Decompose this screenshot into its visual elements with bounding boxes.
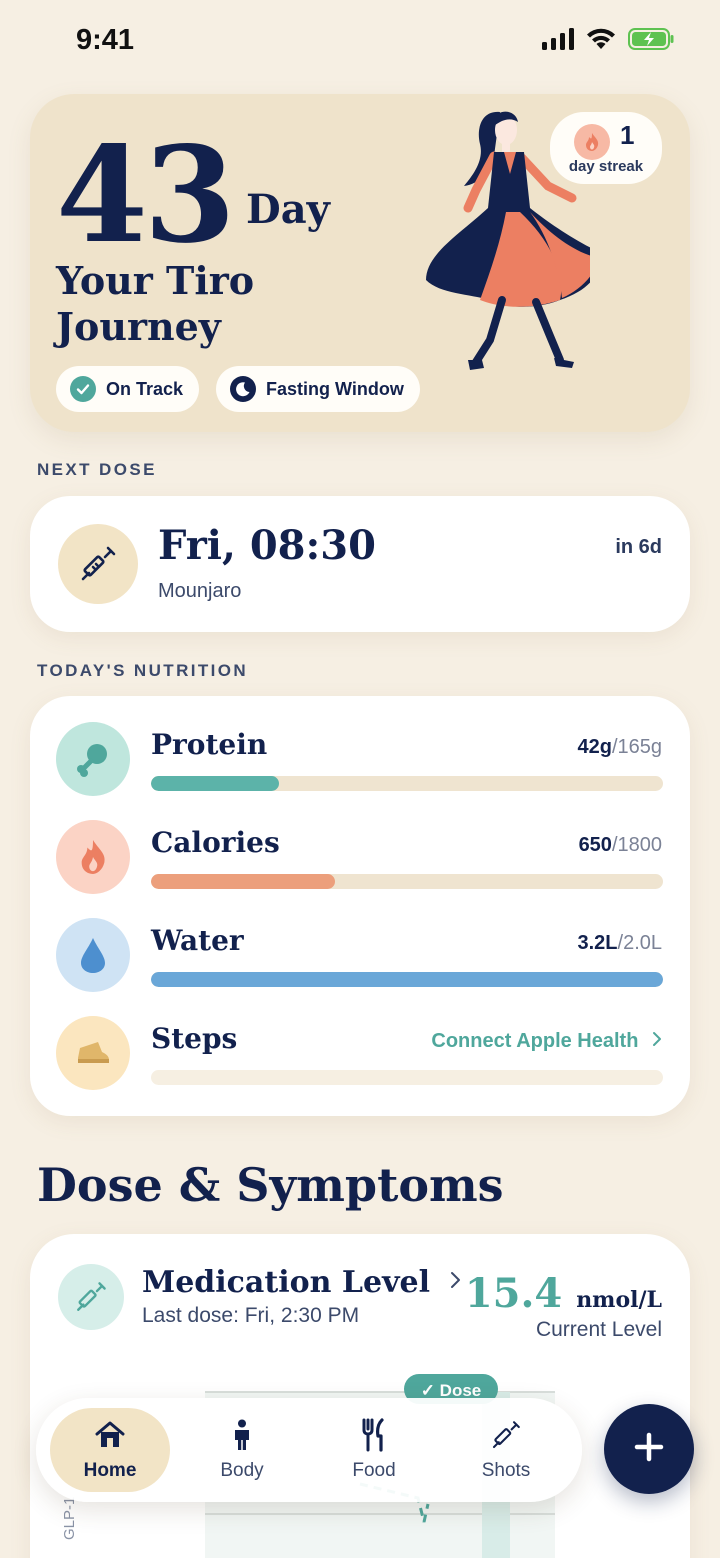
streak-label: day streak bbox=[568, 158, 644, 175]
drumstick-icon bbox=[56, 722, 130, 796]
moon-icon bbox=[230, 376, 256, 402]
house-icon bbox=[94, 1418, 126, 1452]
nutrition-name-calories: Calories bbox=[151, 826, 280, 859]
connect-apple-health-label: Connect Apple Health bbox=[431, 1030, 639, 1052]
flame-icon bbox=[574, 124, 610, 160]
medication-current-level-label: Current Level bbox=[535, 1318, 662, 1341]
journey-hero-card[interactable]: 43 Day Your Tiro Journey On Track Fastin… bbox=[30, 94, 690, 432]
chart-y-axis-label: GLP-1 bbox=[61, 1497, 78, 1540]
streak-badge[interactable]: 1 day streak bbox=[550, 112, 662, 184]
plus-icon bbox=[634, 1432, 664, 1467]
water-value: 3.2L bbox=[577, 932, 618, 954]
nutrition-section-label: TODAY'S NUTRITION bbox=[37, 661, 249, 680]
nutrition-row-steps[interactable]: Steps Connect Apple Health bbox=[30, 1016, 690, 1114]
nutrition-name-protein: Protein bbox=[151, 728, 268, 761]
fasting-window-label: Fasting Window bbox=[266, 378, 404, 399]
nutrition-value-water: 3.2L/2.0L bbox=[577, 932, 662, 955]
on-track-chip[interactable]: On Track bbox=[56, 366, 200, 412]
water-progress-bar bbox=[151, 972, 663, 987]
syringe-icon bbox=[58, 524, 138, 604]
streak-count: 1 bbox=[620, 120, 635, 150]
medication-level-number: 15.4 bbox=[464, 1270, 563, 1317]
status-time: 9:41 bbox=[76, 24, 135, 56]
steps-progress-bar bbox=[151, 1070, 663, 1085]
status-bar: 9:41 bbox=[0, 0, 720, 84]
tab-home[interactable]: Home bbox=[50, 1408, 170, 1492]
nutrition-value-protein: 42g/165g bbox=[577, 736, 662, 759]
tab-food[interactable]: Food bbox=[314, 1408, 434, 1492]
signal-icon bbox=[542, 28, 574, 50]
next-dose-medication: Mounjaro bbox=[158, 580, 242, 602]
medication-level-title[interactable]: Medication Level bbox=[142, 1262, 462, 1300]
flame-icon bbox=[56, 820, 130, 894]
calories-progress-fill bbox=[151, 874, 336, 889]
protein-goal: /165g bbox=[611, 736, 662, 758]
medication-level-card[interactable]: Medication Level Last dose: Fri, 2:30 PM… bbox=[30, 1234, 690, 1558]
connect-apple-health-link[interactable]: Connect Apple Health bbox=[431, 1030, 662, 1053]
protein-progress-fill bbox=[151, 776, 279, 791]
dose-symptoms-title: Dose & Symptoms bbox=[37, 1158, 504, 1212]
tab-body-label: Body bbox=[220, 1460, 264, 1481]
shoe-icon bbox=[56, 1016, 130, 1090]
medication-level-title-text: Medication Level bbox=[142, 1265, 430, 1300]
nutrition-row-calories[interactable]: Calories 650/1800 bbox=[30, 820, 690, 918]
calories-value: 650 bbox=[578, 834, 612, 856]
on-track-label: On Track bbox=[106, 378, 184, 399]
next-dose-card[interactable]: Fri, 08:30 Mounjaro in 6d bbox=[30, 496, 690, 632]
water-drop-icon bbox=[56, 918, 130, 992]
next-dose-countdown: in 6d bbox=[615, 536, 662, 558]
nutrition-value-calories: 650/1800 bbox=[579, 834, 662, 857]
water-goal: /2.0L bbox=[617, 932, 662, 954]
battery-charging-icon bbox=[628, 28, 674, 50]
bottom-tab-bar: Home Body Food Shots bbox=[36, 1398, 582, 1502]
nutrition-row-protein[interactable]: Protein 42g/165g bbox=[30, 722, 690, 820]
add-button[interactable] bbox=[604, 1404, 694, 1494]
tab-shots[interactable]: Shots bbox=[446, 1408, 566, 1492]
nutrition-row-water[interactable]: Water 3.2L/2.0L bbox=[30, 918, 690, 1016]
person-icon bbox=[226, 1418, 258, 1452]
status-icons bbox=[542, 28, 674, 50]
chevron-right-icon bbox=[652, 1030, 662, 1053]
nutrition-card: Protein 42g/165g Calories 650/1800 Water… bbox=[30, 696, 690, 1116]
journey-day-count: 43 bbox=[56, 118, 236, 273]
water-progress-fill bbox=[151, 972, 663, 987]
tab-body[interactable]: Body bbox=[182, 1408, 302, 1492]
calories-goal: /1800 bbox=[611, 834, 662, 856]
journey-day-unit: Day bbox=[246, 186, 330, 233]
check-circle-icon bbox=[70, 376, 96, 402]
tab-home-label: Home bbox=[83, 1460, 137, 1481]
next-dose-section-label: NEXT DOSE bbox=[37, 460, 157, 479]
fork-knife-icon bbox=[358, 1418, 390, 1452]
protein-progress-bar bbox=[151, 776, 663, 791]
tab-shots-label: Shots bbox=[481, 1460, 531, 1481]
calories-progress-bar bbox=[151, 874, 663, 889]
medication-last-dose: Last dose: Fri, 2:30 PM bbox=[142, 1304, 360, 1327]
medication-level-unit: nmol/L bbox=[576, 1287, 662, 1313]
medication-level-value: 15.4 nmol/L bbox=[465, 1270, 662, 1317]
wifi-icon bbox=[587, 28, 615, 49]
syringe-icon bbox=[490, 1418, 522, 1452]
protein-value: 42g bbox=[577, 736, 612, 758]
next-dose-time: Fri, 08:30 bbox=[158, 522, 376, 569]
syringe-icon bbox=[58, 1264, 124, 1330]
journey-title: Your Tiro Journey bbox=[56, 258, 255, 349]
nutrition-name-steps: Steps bbox=[151, 1022, 238, 1055]
nutrition-name-water: Water bbox=[151, 924, 244, 957]
tab-food-label: Food bbox=[352, 1460, 396, 1481]
chevron-right-icon bbox=[450, 1262, 462, 1297]
